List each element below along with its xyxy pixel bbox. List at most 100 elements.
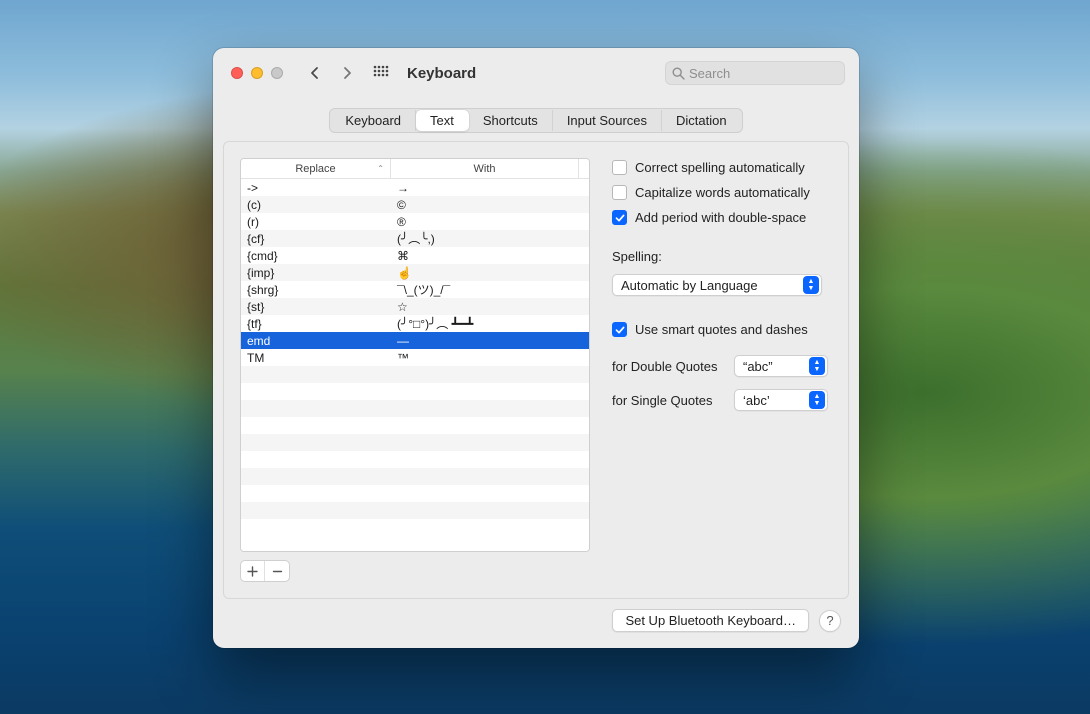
popup-arrows-icon: ▲▼: [809, 357, 825, 375]
double-quotes-value: “abc”: [743, 359, 773, 374]
table-row[interactable]: (r)®: [241, 213, 589, 230]
cell-with: (╯︵╰,): [391, 230, 589, 247]
window-traffic-lights: [231, 67, 283, 79]
correct-spelling-row: Correct spelling automatically: [612, 160, 832, 175]
table-row-empty: [241, 519, 589, 536]
table-row[interactable]: {cf}(╯︵╰,): [241, 230, 589, 247]
cell-replace: {shrg}: [241, 281, 391, 298]
cell-with: ☆: [391, 298, 589, 315]
table-row-empty: [241, 400, 589, 417]
popup-arrows-icon: ▲▼: [809, 391, 825, 409]
cell-replace: (c): [241, 196, 391, 213]
double-space-label: Add period with double-space: [635, 210, 806, 225]
single-quotes-label: for Single Quotes: [612, 393, 724, 408]
cell-with: ©: [391, 196, 589, 213]
window-title: Keyboard: [407, 65, 476, 82]
popup-arrows-icon: ▲▼: [803, 276, 819, 294]
search-field[interactable]: [665, 61, 845, 85]
column-header-with[interactable]: With: [391, 159, 579, 178]
cell-with: ☝: [391, 264, 589, 281]
table-body[interactable]: ->→(c)©(r)®{cf}(╯︵╰,){cmd}⌘{imp}☝{shrg}¯…: [241, 179, 589, 551]
column-header-with-label: With: [474, 163, 496, 175]
table-row-empty: [241, 451, 589, 468]
table-row-empty: [241, 383, 589, 400]
back-button[interactable]: [303, 61, 327, 85]
smart-quotes-checkbox[interactable]: [612, 322, 627, 337]
cell-replace: {cf}: [241, 230, 391, 247]
search-input[interactable]: [689, 66, 838, 81]
table-row-empty: [241, 366, 589, 383]
tab-dictation[interactable]: Dictation: [662, 110, 741, 131]
window-zoom-button: [271, 67, 283, 79]
tab-keyboard[interactable]: Keyboard: [331, 110, 416, 131]
table-row[interactable]: {imp}☝: [241, 264, 589, 281]
table-row-empty: [241, 434, 589, 451]
correct-spelling-checkbox[interactable]: [612, 160, 627, 175]
column-header-replace[interactable]: Replace ⌃: [241, 159, 391, 178]
table-row-empty: [241, 502, 589, 519]
cell-replace: {tf}: [241, 315, 391, 332]
sort-indicator-icon: ⌃: [377, 164, 384, 173]
search-icon: [672, 67, 685, 80]
spelling-popup[interactable]: Automatic by Language ▲▼: [612, 274, 822, 296]
tab-input-sources[interactable]: Input Sources: [553, 110, 662, 131]
cell-replace: ->: [241, 179, 391, 196]
spelling-section-label: Spelling:: [612, 249, 832, 264]
double-quotes-popup[interactable]: “abc” ▲▼: [734, 355, 828, 377]
table-row[interactable]: {tf}(╯°□°)╯︵ ┻━┻: [241, 315, 589, 332]
tab-shortcuts[interactable]: Shortcuts: [469, 110, 553, 131]
table-row[interactable]: ->→: [241, 179, 589, 196]
capitalize-checkbox[interactable]: [612, 185, 627, 200]
remove-button[interactable]: [265, 561, 289, 581]
cell-replace: TM: [241, 349, 391, 366]
column-header-spacer: [579, 159, 589, 178]
window-close-button[interactable]: [231, 67, 243, 79]
capitalize-label: Capitalize words automatically: [635, 185, 810, 200]
cell-replace: {st}: [241, 298, 391, 315]
forward-button: [335, 61, 359, 85]
double-quotes-label: for Double Quotes: [612, 359, 724, 374]
tab-bar: Keyboard Text Shortcuts Input Sources Di…: [213, 98, 859, 141]
double-space-row: Add period with double-space: [612, 210, 832, 225]
smart-quotes-row: Use smart quotes and dashes: [612, 322, 832, 337]
tab-text[interactable]: Text: [416, 110, 469, 131]
window-minimize-button[interactable]: [251, 67, 263, 79]
content-panel: Replace ⌃ With ->→(c)©(r)®{cf}(╯︵╰,){cmd…: [223, 141, 849, 599]
single-quotes-row: for Single Quotes ‘abc’ ▲▼: [612, 389, 832, 411]
cell-with: —: [391, 332, 589, 349]
help-button[interactable]: ?: [819, 610, 841, 632]
smart-quotes-label: Use smart quotes and dashes: [635, 322, 808, 337]
replacements-table[interactable]: Replace ⌃ With ->→(c)©(r)®{cf}(╯︵╰,){cmd…: [240, 158, 590, 552]
table-row-empty: [241, 468, 589, 485]
add-remove-control: [240, 560, 290, 582]
bluetooth-keyboard-button[interactable]: Set Up Bluetooth Keyboard…: [612, 609, 809, 632]
cell-replace: emd: [241, 332, 391, 349]
table-row[interactable]: (c)©: [241, 196, 589, 213]
add-button[interactable]: [241, 561, 265, 581]
single-quotes-value: ‘abc’: [743, 393, 770, 408]
cell-replace: {cmd}: [241, 247, 391, 264]
show-all-icon[interactable]: [371, 63, 391, 83]
cell-with: ™: [391, 349, 589, 366]
table-row[interactable]: {shrg}¯\_(ツ)_/¯: [241, 281, 589, 298]
cell-with: ¯\_(ツ)_/¯: [391, 281, 589, 298]
table-row-empty: [241, 417, 589, 434]
table-header: Replace ⌃ With: [241, 159, 589, 179]
cell-with: ⌘: [391, 247, 589, 264]
preferences-window: Keyboard Keyboard Text Shortcuts Input S…: [213, 48, 859, 648]
cell-replace: {imp}: [241, 264, 391, 281]
table-row[interactable]: {cmd}⌘: [241, 247, 589, 264]
cell-replace: (r): [241, 213, 391, 230]
capitalize-row: Capitalize words automatically: [612, 185, 832, 200]
single-quotes-popup[interactable]: ‘abc’ ▲▼: [734, 389, 828, 411]
tabs-segmented-control: Keyboard Text Shortcuts Input Sources Di…: [329, 108, 742, 133]
table-row-empty: [241, 485, 589, 502]
correct-spelling-label: Correct spelling automatically: [635, 160, 805, 175]
toolbar: Keyboard: [213, 48, 859, 98]
table-row[interactable]: {st}☆: [241, 298, 589, 315]
double-space-checkbox[interactable]: [612, 210, 627, 225]
cell-with: ®: [391, 213, 589, 230]
table-row[interactable]: TM™: [241, 349, 589, 366]
table-row[interactable]: emd—: [241, 332, 589, 349]
cell-with: →: [391, 179, 589, 196]
